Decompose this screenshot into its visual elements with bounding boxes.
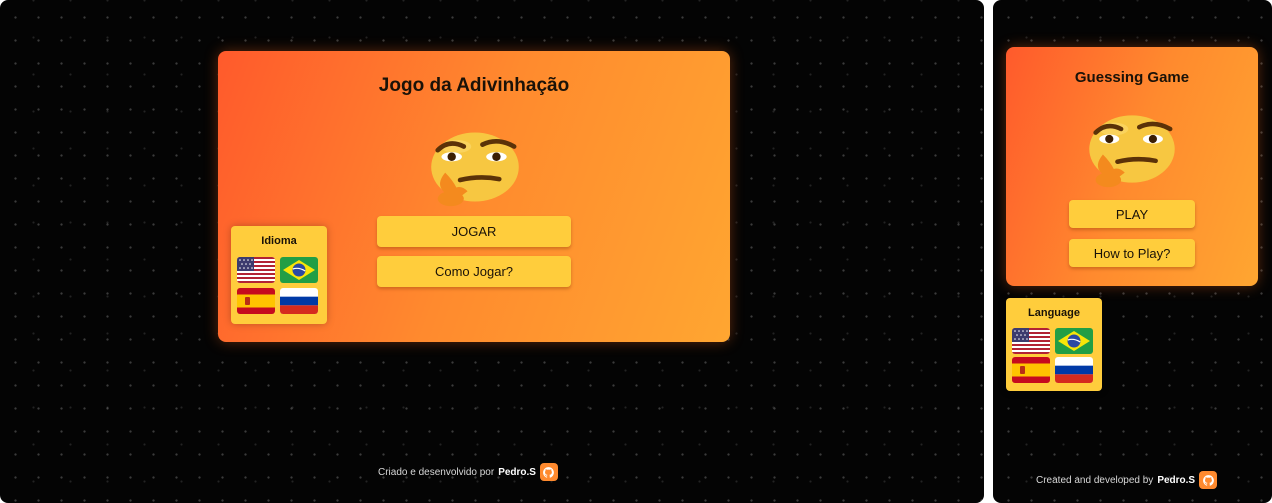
how-to-play-button[interactable]: How to Play? bbox=[1069, 239, 1195, 267]
flag-spain-icon[interactable] bbox=[1012, 357, 1050, 383]
footer: Created and developed by Pedro.S bbox=[1036, 471, 1218, 489]
thinking-face-icon bbox=[425, 126, 525, 208]
footer-text: Criado e desenvolvido por bbox=[378, 466, 495, 478]
game-title: Jogo da Adivinhação bbox=[378, 75, 570, 96]
footer: Criado e desenvolvido por Pedro.S bbox=[378, 463, 558, 481]
flag-russia-icon[interactable] bbox=[280, 288, 318, 314]
footer-text: Created and developed by bbox=[1036, 474, 1154, 486]
play-button[interactable]: PLAY bbox=[1069, 200, 1195, 228]
game-card: Jogo da Adivinhação JOGAR Como Jogar? Id… bbox=[218, 51, 730, 342]
game-card: Guessing Game PLAY How to Play? bbox=[1006, 47, 1258, 286]
flag-brazil-icon[interactable] bbox=[280, 257, 318, 283]
flag-brazil-icon[interactable] bbox=[1055, 328, 1093, 354]
language-selector: Language bbox=[1006, 298, 1102, 391]
github-icon[interactable] bbox=[539, 463, 558, 481]
thinking-face-icon bbox=[1083, 109, 1181, 189]
game-title: Guessing Game bbox=[1074, 69, 1190, 86]
desktop-view: Jogo da Adivinhação JOGAR Como Jogar? Id… bbox=[0, 0, 984, 503]
flag-russia-icon[interactable] bbox=[1055, 357, 1093, 383]
flag-usa-icon[interactable] bbox=[1012, 328, 1050, 354]
how-to-play-button[interactable]: Como Jogar? bbox=[377, 256, 571, 287]
language-selector: Idioma bbox=[231, 226, 327, 324]
github-icon[interactable] bbox=[1199, 471, 1218, 489]
flag-usa-icon[interactable] bbox=[237, 257, 275, 283]
footer-author: Pedro.S bbox=[1157, 474, 1196, 486]
mobile-view: Guessing Game PLAY How to Play? Language… bbox=[993, 0, 1272, 503]
language-title: Language bbox=[1028, 307, 1080, 319]
play-button[interactable]: JOGAR bbox=[377, 216, 571, 247]
language-title: Idioma bbox=[261, 235, 297, 247]
footer-author: Pedro.S bbox=[498, 466, 536, 478]
flag-spain-icon[interactable] bbox=[237, 288, 275, 314]
